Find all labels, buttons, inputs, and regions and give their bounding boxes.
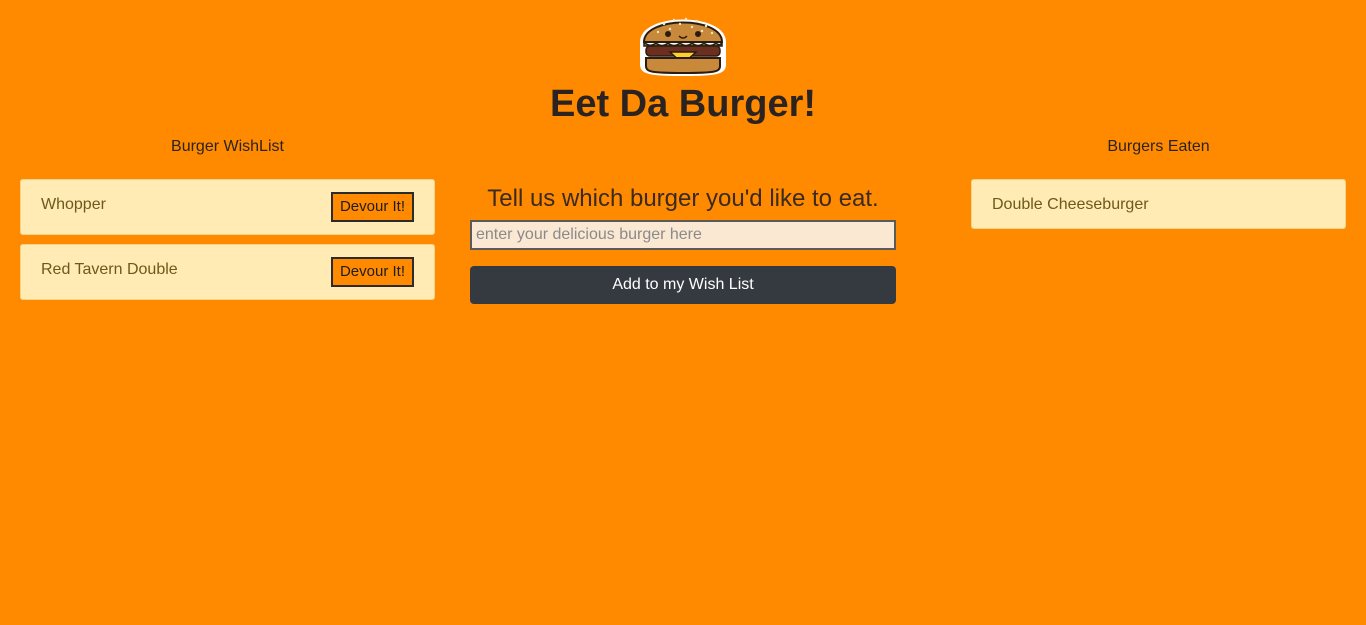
wishlist-item: Red Tavern Double Devour It! (20, 244, 435, 300)
burger-logo-icon (634, 2, 732, 78)
wishlist-heading: Burger WishList (171, 138, 284, 155)
wishlist-item-name: Red Tavern Double (41, 261, 178, 278)
eaten-item-name: Double Cheeseburger (992, 196, 1149, 213)
form-prompt: Tell us which burger you'd like to eat. (487, 185, 879, 212)
eaten-heading: Burgers Eaten (1107, 138, 1210, 155)
burger-name-input[interactable] (470, 220, 896, 250)
devour-button[interactable]: Devour It! (330, 257, 414, 287)
page-title: Eet Da Burger! (549, 83, 817, 125)
eaten-item: Double Cheeseburger (971, 179, 1346, 229)
wishlist-item: Whopper Devour It! (20, 179, 435, 235)
add-to-wishlist-button[interactable]: Add to my Wish List (470, 266, 896, 304)
wishlist-item-name: Whopper (41, 196, 106, 213)
devour-button[interactable]: Devour It! (330, 192, 414, 222)
